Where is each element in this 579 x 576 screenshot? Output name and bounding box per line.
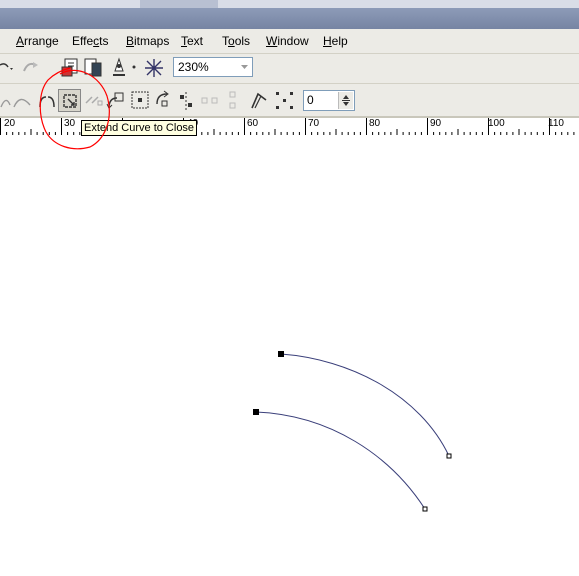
zoom-level-select[interactable]: 230% xyxy=(173,57,253,77)
menu-window[interactable]: Window xyxy=(266,34,309,48)
menu-bitmaps[interactable]: Bitmaps xyxy=(126,34,169,48)
property-bar: 0 xyxy=(0,84,579,117)
ruler-label: 90 xyxy=(430,118,442,129)
ruler-label: 60 xyxy=(247,118,259,129)
lower-curve-end-node[interactable] xyxy=(422,506,428,512)
export-icon[interactable] xyxy=(82,57,104,79)
menu-tools[interactable]: Tools xyxy=(222,34,250,48)
rotate-nodes-icon[interactable] xyxy=(153,90,173,112)
application-launcher-icon[interactable] xyxy=(108,57,130,79)
extract-subpath-icon[interactable] xyxy=(84,91,104,111)
ruler-label: 110 xyxy=(548,118,564,129)
standard-toolbar: 230% xyxy=(0,54,579,84)
select-all-nodes-icon[interactable] xyxy=(274,90,296,112)
upper-curve-start-node[interactable] xyxy=(278,351,284,357)
zoom-level-value: 230% xyxy=(178,60,209,74)
reverse-direction-icon[interactable] xyxy=(106,90,126,112)
break-curve-icon[interactable] xyxy=(37,91,57,111)
curve-smoothness-value: 0 xyxy=(307,93,314,107)
undo-dropdown-icon[interactable] xyxy=(0,59,14,77)
launcher-dropdown-icon[interactable] xyxy=(131,64,137,70)
menu-arrange[interactable]: Arrange xyxy=(16,34,59,48)
spinner-arrows-icon xyxy=(342,95,350,106)
upper-curve-end-node[interactable] xyxy=(446,453,452,459)
upper-curve[interactable] xyxy=(280,353,450,457)
stretch-nodes-icon[interactable] xyxy=(130,90,150,112)
ruler-label: 30 xyxy=(64,118,76,129)
redo-icon[interactable] xyxy=(20,59,42,77)
elastic-mode-icon[interactable] xyxy=(248,90,270,112)
curve-smoothness-field[interactable]: 0 xyxy=(303,90,355,111)
ruler-label: 70 xyxy=(308,118,320,129)
window-tab[interactable] xyxy=(140,0,218,8)
ruler-label: 80 xyxy=(369,118,381,129)
menu-text[interactable]: Text xyxy=(181,34,203,48)
title-bar xyxy=(0,8,579,29)
import-icon[interactable] xyxy=(60,57,82,79)
reflect-nodes-vertical-icon[interactable] xyxy=(224,90,242,112)
corel-online-icon[interactable] xyxy=(143,57,165,79)
chevron-down-icon[interactable] xyxy=(241,64,249,70)
menu-bar: Arrange Effects Bitmaps Text Tools Windo… xyxy=(0,29,579,54)
align-nodes-icon[interactable] xyxy=(176,90,196,112)
curve-segment-icon[interactable] xyxy=(0,91,34,111)
ruler-label: 20 xyxy=(4,118,16,129)
reflect-nodes-horizontal-icon[interactable] xyxy=(200,92,220,110)
lower-curve[interactable] xyxy=(255,411,426,510)
curves-layer xyxy=(253,351,452,512)
ruler-label: 100 xyxy=(488,118,505,129)
menu-effects[interactable]: Effects xyxy=(72,34,108,48)
window-top-strip xyxy=(0,0,579,8)
curve-smoothness-spinner[interactable] xyxy=(338,92,353,109)
tooltip: Extend Curve to Close xyxy=(81,120,198,136)
extend-curve-to-close-icon xyxy=(63,94,77,108)
lower-curve-start-node[interactable] xyxy=(253,409,259,415)
extend-curve-to-close-button[interactable] xyxy=(58,89,81,112)
drawing-canvas[interactable] xyxy=(0,135,579,576)
menu-help[interactable]: Help xyxy=(323,34,348,48)
